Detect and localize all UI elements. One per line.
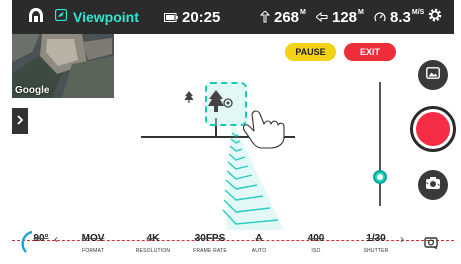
resolution-param[interactable]: 4K RESOLUTION <box>132 230 174 254</box>
format-label: FORMAT <box>82 248 104 254</box>
pause-button[interactable]: PAUSE <box>285 43 336 61</box>
format-value: MOV <box>81 233 105 244</box>
white-balance-label: AUTO <box>251 248 267 254</box>
resolution-value: 4K <box>146 233 160 244</box>
flight-mode-label: Viewpoint <box>73 9 139 25</box>
gimbal-pitch-handle[interactable] <box>373 170 387 184</box>
settings-button[interactable] <box>427 0 447 34</box>
iso-value: 400 <box>307 233 325 244</box>
resolution-label: RESOLUTION <box>135 248 171 254</box>
camera-settings-icon <box>424 237 438 250</box>
gallery-button[interactable] <box>418 60 448 90</box>
distance-unit: M <box>358 9 364 16</box>
home-button[interactable] <box>28 0 48 34</box>
battery-icon <box>164 12 178 22</box>
frame-rate-label: FRAME RATE <box>193 248 227 254</box>
altitude-readout: 268 M <box>260 0 306 34</box>
altitude-icon <box>260 11 270 23</box>
chevron-right-icon[interactable]: › <box>400 232 404 246</box>
record-indicator <box>416 112 450 146</box>
altitude-unit: M <box>300 9 306 16</box>
speed-value: 8.3 <box>390 8 411 26</box>
home-icon <box>28 7 44 28</box>
gallery-icon <box>426 66 440 84</box>
gesture-guide-overlay <box>222 110 285 230</box>
flight-time: 20:25 <box>182 8 221 26</box>
altitude-value: 268 <box>274 8 300 26</box>
shutter-button[interactable] <box>410 106 456 152</box>
viewpoint-mode-icon <box>54 8 68 26</box>
frame-rate-param[interactable]: 30FPS FRAME RATE <box>188 230 232 254</box>
camera-mode-switch-button[interactable] <box>418 170 448 200</box>
chevron-left-icon[interactable]: ‹ <box>54 232 58 246</box>
gimbal-angle: 90° <box>30 230 52 248</box>
speed-readout: 8.3 M/S <box>374 0 424 34</box>
exit-button[interactable]: EXIT <box>344 43 396 61</box>
iso-param[interactable]: 400 ISO <box>302 230 330 254</box>
gimbal-angle-value: 90° <box>33 233 49 244</box>
gimbal-pitch-slider[interactable] <box>379 82 381 206</box>
white-balance-param[interactable]: A AUTO <box>244 230 274 254</box>
format-param[interactable]: MOV FORMAT <box>76 230 110 254</box>
status-bar: Viewpoint 20:25 268 M 128 M 8.3 M/S <box>12 0 454 34</box>
gear-icon <box>427 7 443 28</box>
speed-unit: M/S <box>411 9 425 16</box>
camera-params-bar: 90° ‹ MOV FORMAT 4K RESOLUTION 30FPS FRA… <box>12 230 454 258</box>
white-balance-value: A <box>255 233 263 244</box>
shutter-speed-value: 1/30 <box>366 233 386 244</box>
hand-gesture-icon <box>242 110 285 149</box>
distance-readout: 128 M <box>316 0 364 34</box>
distance-value: 128 <box>332 8 358 26</box>
distance-icon <box>316 12 328 22</box>
speedometer-icon <box>374 11 386 23</box>
camera-switch-icon <box>425 176 441 195</box>
shutter-speed-param[interactable]: 1/30 SHUTTER <box>358 230 394 254</box>
iso-label: ISO <box>311 248 321 254</box>
battery-status: 20:25 <box>164 0 220 34</box>
camera-settings-button[interactable] <box>424 235 438 254</box>
frame-rate-value: 30FPS <box>194 233 226 244</box>
camera-view[interactable]: Google PAUSE EXIT <box>12 34 456 230</box>
flight-mode-indicator[interactable]: Viewpoint <box>54 0 139 34</box>
shutter-speed-label: SHUTTER <box>363 248 389 254</box>
